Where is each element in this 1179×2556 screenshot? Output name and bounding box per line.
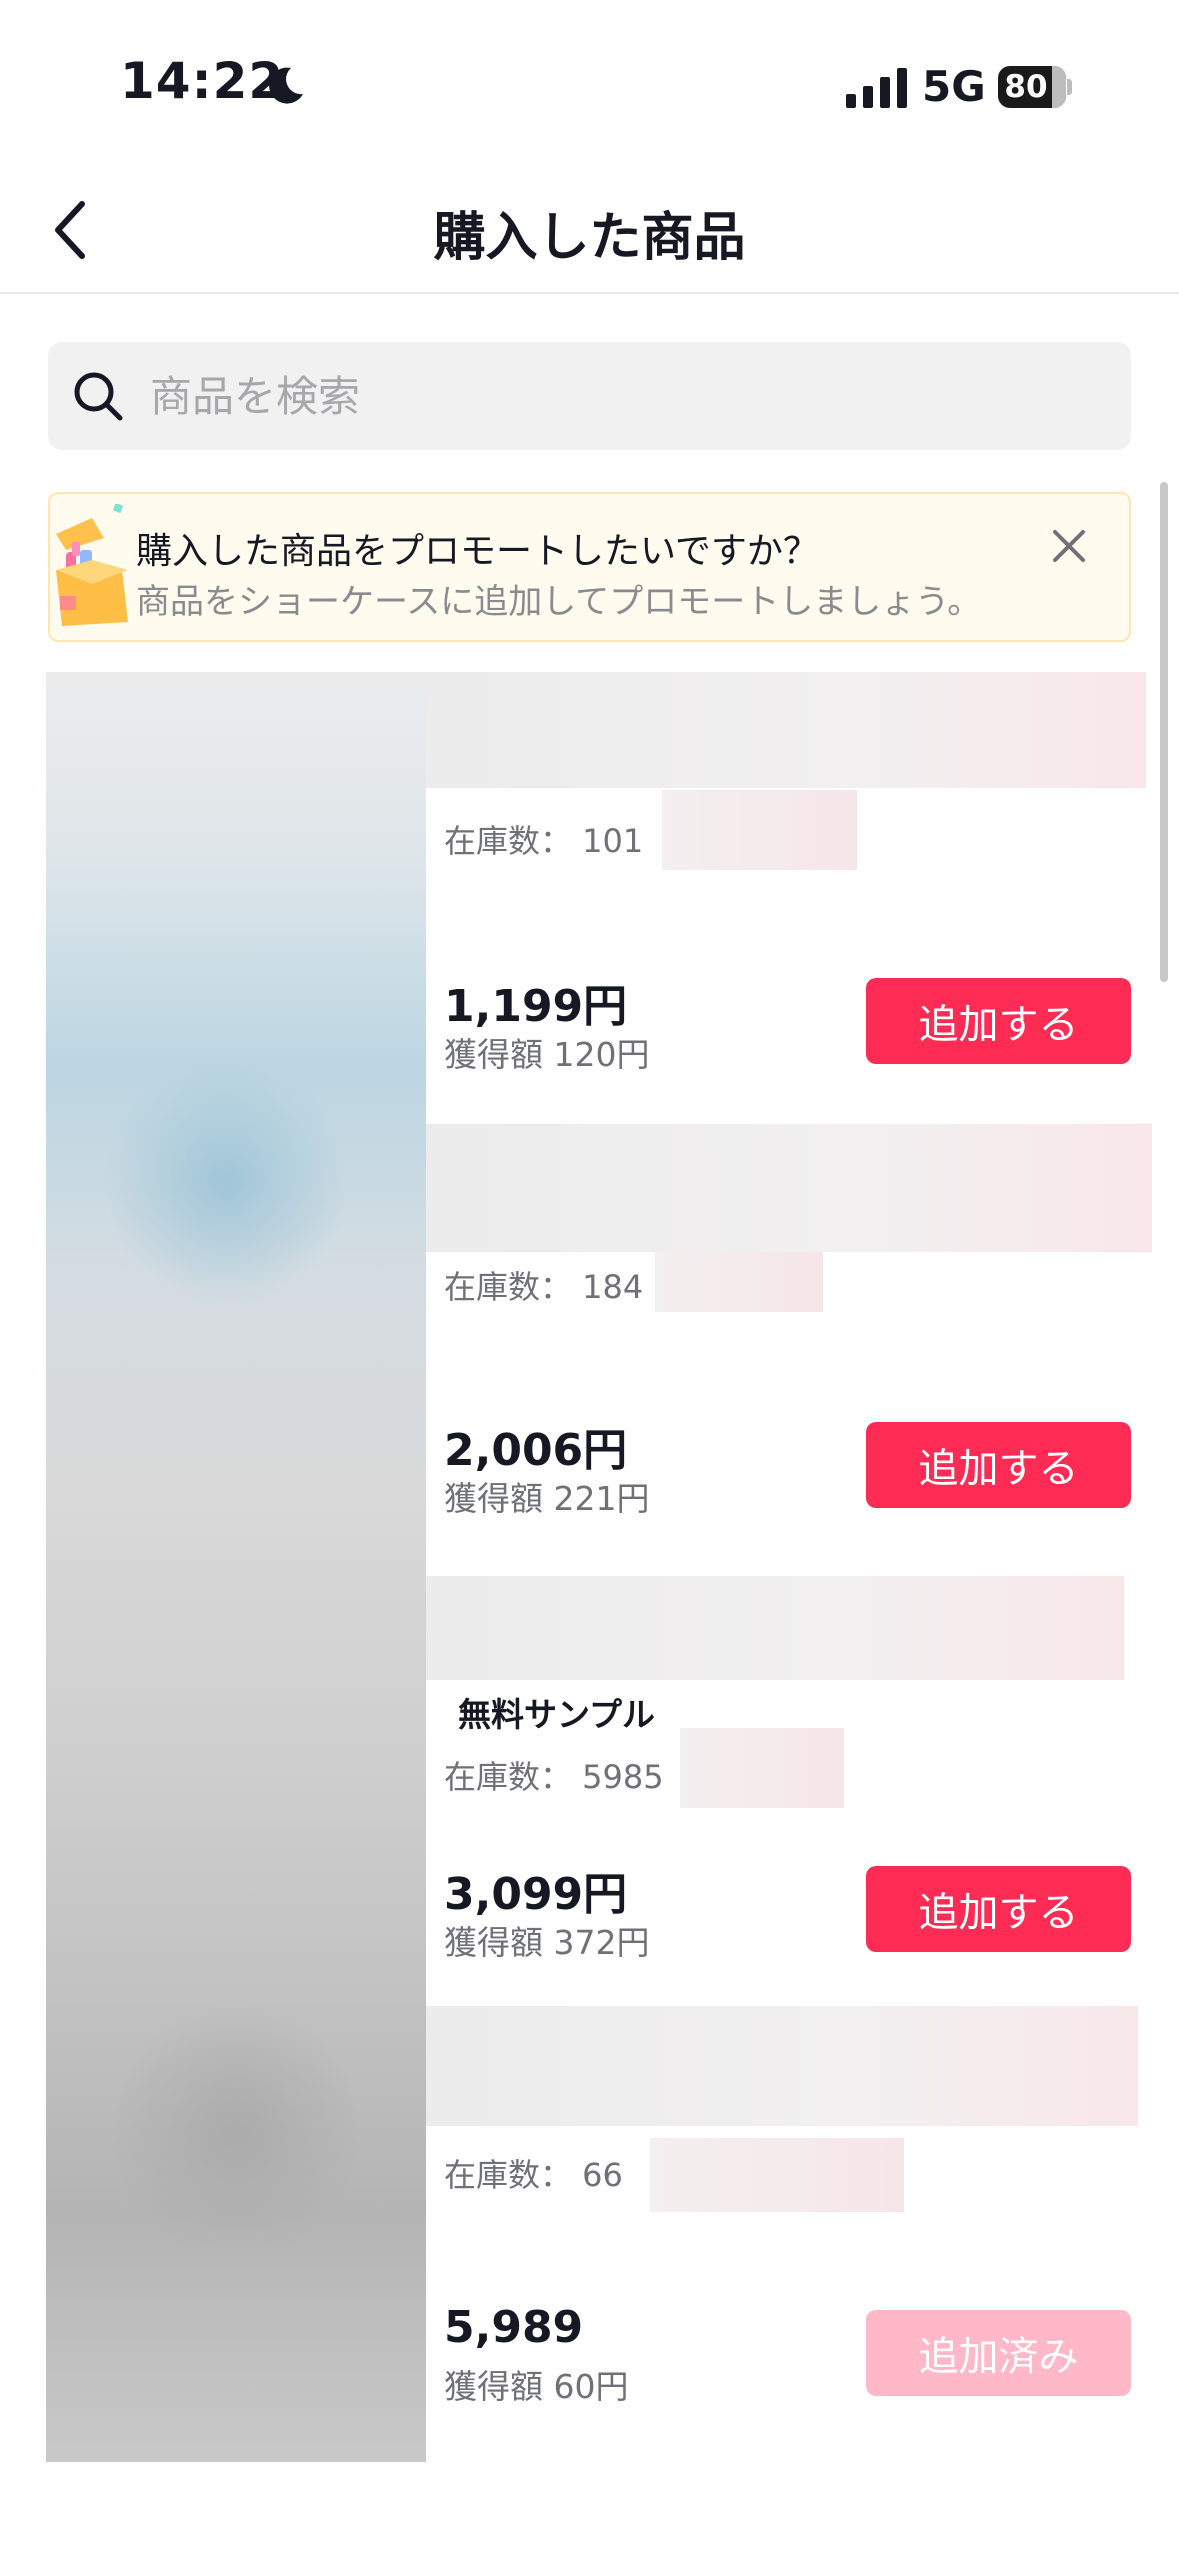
stock-count: 在庫数： 184 bbox=[444, 1268, 644, 1306]
product-price: 5,989 bbox=[444, 2302, 584, 2353]
added-button[interactable]: 追加済み bbox=[866, 2310, 1131, 2396]
network-type: 5G bbox=[922, 62, 986, 111]
free-sample-badge: 無料サンプル bbox=[458, 1695, 656, 1734]
add-button[interactable]: 追加する bbox=[866, 1422, 1131, 1508]
search-bar[interactable] bbox=[48, 342, 1131, 450]
search-input[interactable] bbox=[150, 371, 1050, 421]
blurred-tag bbox=[655, 1252, 823, 1312]
blurred-tag bbox=[680, 1728, 844, 1808]
add-button[interactable]: 追加する bbox=[866, 978, 1131, 1064]
promo-title: 購入した商品をプロモートしたいですか？ bbox=[136, 531, 819, 572]
gift-box-icon bbox=[56, 504, 128, 626]
search-icon bbox=[74, 372, 123, 421]
product-image[interactable] bbox=[46, 672, 426, 2462]
blurred-tag bbox=[650, 2138, 904, 2212]
stock-count: 在庫数： 101 bbox=[444, 822, 644, 860]
screen: 14:22 5G 80 購入した商品 商品を検索 購入した商品をプロモートしたい… bbox=[0, 0, 1179, 2556]
product-price: 1,199円 bbox=[444, 981, 628, 1032]
earnings: 獲得額 221円 bbox=[444, 1479, 650, 1518]
earnings: 獲得額 120円 bbox=[444, 1035, 650, 1074]
battery-icon: 80 bbox=[998, 66, 1072, 108]
moon-icon bbox=[269, 67, 303, 104]
promo-banner[interactable]: 購入した商品をプロモートしたいですか？ 商品をショーケースに追加してプロモートし… bbox=[48, 492, 1131, 642]
earnings: 獲得額 60円 bbox=[444, 2367, 629, 2406]
blurred-tag bbox=[662, 790, 857, 870]
stock-count: 在庫数： 66 bbox=[444, 2156, 623, 2194]
status-time: 14:22 bbox=[120, 52, 285, 110]
header-divider bbox=[0, 292, 1179, 294]
page-title: 購入した商品 bbox=[433, 208, 746, 268]
product-price: 3,099円 bbox=[444, 1869, 628, 1920]
promo-subtitle: 商品をショーケースに追加してプロモートしましょう。 bbox=[136, 582, 982, 622]
product-price: 2,006円 bbox=[444, 1425, 628, 1476]
stock-count: 在庫数： 5985 bbox=[444, 1758, 664, 1796]
scrollbar[interactable] bbox=[1160, 482, 1168, 982]
product-title-blurred bbox=[426, 672, 1146, 788]
close-icon[interactable] bbox=[1049, 526, 1089, 566]
product-title-blurred bbox=[426, 1576, 1124, 1680]
battery-level: 80 bbox=[1004, 69, 1048, 105]
earnings: 獲得額 372円 bbox=[444, 1923, 650, 1962]
add-button[interactable]: 追加する bbox=[866, 1866, 1131, 1952]
product-title-blurred bbox=[426, 2006, 1138, 2126]
product-title-blurred bbox=[426, 1124, 1152, 1252]
signal-icon bbox=[846, 68, 907, 108]
